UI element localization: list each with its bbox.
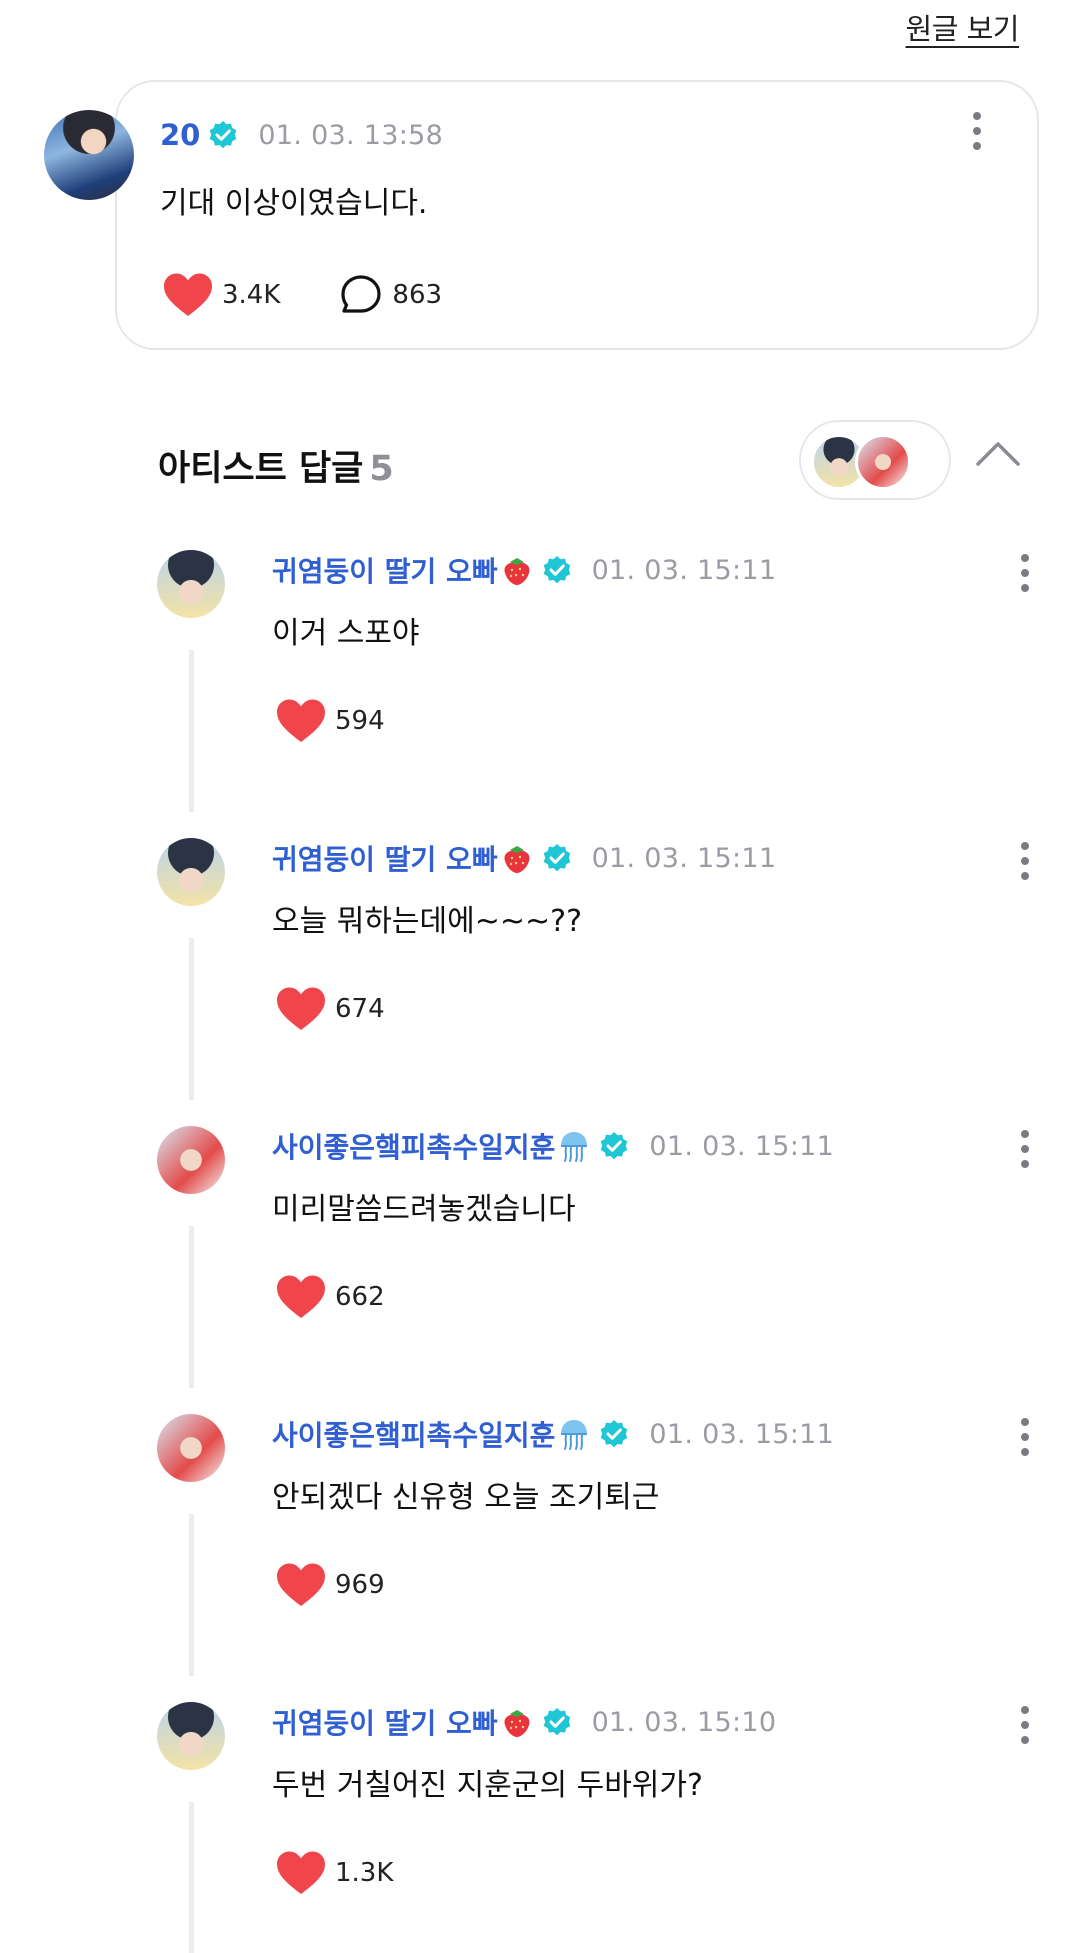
reply-author-name[interactable]: 귀염둥이 딸기 오빠 [272,838,498,878]
strawberry-icon [504,1710,530,1737]
reply-author-avatar[interactable] [157,838,225,906]
reply-like-count: 969 [335,1570,385,1600]
post-author-name[interactable]: 20 [160,118,200,152]
reply-timestamp: 01. 03. 15:11 [649,1418,835,1450]
reply-author-name[interactable]: 사이좋은햌피촉수일지훈 [272,1126,555,1166]
verified-badge-icon [543,1708,570,1736]
reply-item: 귀염둥이 딸기 오빠 01. 03. 15:11 이거 스포야 594 [0,550,1079,838]
heart-icon[interactable] [275,1850,327,1896]
reply-stats: 969 [275,1562,385,1608]
reply-timestamp: 01. 03. 15:11 [591,554,777,586]
reply-like-count: 1.3K [335,1858,394,1888]
reply-like-count: 662 [335,1282,385,1312]
heart-icon[interactable] [162,272,214,318]
reply-text: 안되겠다 신유형 오늘 조기퇴근 [272,1480,660,1515]
reply-stats: 674 [275,986,385,1032]
reply-timestamp: 01. 03. 15:10 [591,1706,777,1738]
artist-replies-label: 아티스트 답글 [158,449,364,489]
reply-more-options-icon[interactable] [1020,1706,1030,1744]
thread-line [189,1226,194,1388]
post-timestamp: 01. 03. 13:58 [258,119,444,151]
heart-icon[interactable] [275,1274,327,1320]
artist-avatars-pill[interactable] [799,420,951,500]
reply-author-avatar[interactable] [157,1702,225,1770]
reply-text: 두번 거칠어진 지훈군의 두바위가? [272,1768,703,1803]
reply-more-options-icon[interactable] [1020,1418,1030,1456]
verified-badge-icon [601,1132,628,1160]
post-card: 20 01. 03. 13:58 기대 이상이였습니다. 3.4K 863 [115,80,1039,350]
comment-bubble-icon[interactable] [338,273,384,317]
heart-icon[interactable] [275,986,327,1032]
post-text: 기대 이상이였습니다. [160,186,428,221]
reply-author-name[interactable]: 귀염둥이 딸기 오빠 [272,550,498,590]
strawberry-icon [504,558,530,585]
reply-item: 사이좋은햌피촉수일지훈 01. 03. 15:11 안되겠다 신유형 오늘 조기… [0,1414,1079,1702]
reply-author-avatar[interactable] [157,550,225,618]
reply-text: 이거 스포야 [272,616,420,651]
post-stats: 3.4K 863 [162,272,442,318]
artist-replies-title: 아티스트 답글 5 [158,440,394,491]
reply-header: 사이좋은햌피촉수일지훈 01. 03. 15:11 [272,1126,834,1166]
reply-more-options-icon[interactable] [1020,842,1030,880]
reply-like-count: 594 [335,706,385,736]
reply-author-name[interactable]: 사이좋은햌피촉수일지훈 [272,1414,555,1454]
post-author-avatar[interactable] [44,110,134,200]
post-header: 20 01. 03. 13:58 [160,118,443,152]
view-original-link[interactable]: 원글 보기 [906,6,1020,48]
thread-line [189,650,194,812]
reply-stats: 594 [275,698,385,744]
thread-line [189,1802,194,1953]
reply-header: 귀염둥이 딸기 오빠 01. 03. 15:11 [272,838,776,878]
heart-icon[interactable] [275,1562,327,1608]
post-more-options-icon[interactable] [972,112,982,150]
reply-author-name[interactable]: 귀염둥이 딸기 오빠 [272,1702,498,1742]
strawberry-icon [504,846,530,873]
reply-like-count: 674 [335,994,385,1024]
thread-line [189,1514,194,1676]
reply-text: 오늘 뭐하는데에~~~?? [272,904,582,939]
post-comment-count: 863 [392,280,443,310]
reply-more-options-icon[interactable] [1020,1130,1030,1168]
reply-text: 미리말씀드려놓겠습니다 [272,1192,576,1227]
verified-badge-icon [543,844,570,872]
reply-stats: 1.3K [275,1850,393,1896]
reply-timestamp: 01. 03. 15:11 [591,842,777,874]
reply-item: 귀염둥이 딸기 오빠 01. 03. 15:11 오늘 뭐하는데에~~~?? 6… [0,838,1079,1126]
reply-header: 귀염둥이 딸기 오빠 01. 03. 15:11 [272,550,776,590]
reply-item: 귀염둥이 딸기 오빠 01. 03. 15:10 두번 거칠어진 지훈군의 두바… [0,1702,1079,1953]
verified-badge-icon [601,1420,628,1448]
thread-line [189,938,194,1100]
reply-stats: 662 [275,1274,385,1320]
reply-header: 사이좋은햌피촉수일지훈 01. 03. 15:11 [272,1414,834,1454]
reply-more-options-icon[interactable] [1020,554,1030,592]
jellyfish-icon [561,1132,588,1162]
jellyfish-icon [561,1420,588,1450]
reply-header: 귀염둥이 딸기 오빠 01. 03. 15:10 [272,1702,776,1742]
verified-badge-icon [543,556,570,584]
reply-timestamp: 01. 03. 15:11 [649,1130,835,1162]
reply-author-avatar[interactable] [157,1414,225,1482]
chevron-up-icon[interactable] [975,438,1021,468]
heart-icon[interactable] [275,698,327,744]
artist-replies-count: 5 [369,449,394,489]
reply-author-avatar[interactable] [157,1126,225,1194]
post-like-count: 3.4K [222,280,281,310]
reply-item: 사이좋은햌피촉수일지훈 01. 03. 15:11 미리말씀드려놓겠습니다 66… [0,1126,1079,1414]
artist-avatar [855,434,911,490]
verified-badge-icon [210,121,237,149]
